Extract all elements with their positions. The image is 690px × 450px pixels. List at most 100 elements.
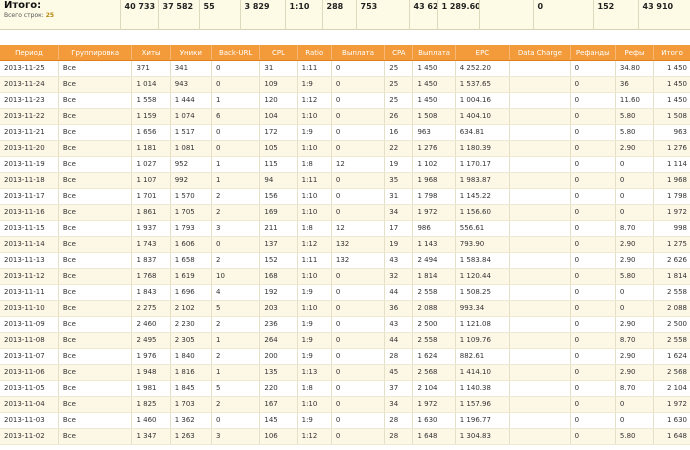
row-count-value: 25 bbox=[45, 12, 55, 19]
column-header-data-charge[interactable]: Data Charge bbox=[509, 45, 571, 61]
table-cell: 1 840 bbox=[169, 348, 212, 365]
table-cell: 43 bbox=[384, 316, 413, 333]
table-cell: 2 bbox=[211, 316, 260, 333]
table-cell: 135 bbox=[259, 364, 298, 381]
column-header-total[interactable]: Итого bbox=[653, 45, 690, 61]
table-cell bbox=[509, 124, 571, 141]
table-cell: 2 bbox=[211, 204, 260, 221]
column-header-refs[interactable]: Рефы bbox=[614, 45, 654, 61]
table-cell: 1 109.76 bbox=[454, 332, 510, 349]
column-header-cpl[interactable]: CPL bbox=[259, 45, 298, 61]
table-cell: 45 bbox=[384, 364, 413, 381]
table-cell: 2 460 bbox=[131, 316, 171, 333]
column-header-grouping[interactable]: Группировка bbox=[57, 45, 132, 61]
table-cell: 8.70 bbox=[614, 380, 654, 397]
table-cell: 1:8 bbox=[296, 380, 332, 397]
table-cell: 1:10 bbox=[296, 204, 332, 221]
table-cell: 993.34 bbox=[454, 300, 510, 317]
table-cell: Все bbox=[57, 140, 132, 157]
table-cell: 1 983.87 bbox=[454, 172, 510, 189]
period-cell: 2013-11-15 bbox=[0, 220, 59, 237]
table-cell: 203 bbox=[259, 300, 298, 317]
table-cell: 0 bbox=[569, 300, 616, 317]
column-header-hits[interactable]: Хиты bbox=[131, 45, 171, 61]
table-cell: 105 bbox=[259, 140, 298, 157]
table-cell: 1:10 bbox=[296, 268, 332, 285]
table-cell: 1 656 bbox=[131, 124, 171, 141]
table-row: 2013-11-15 Все 1 937 1 793 3 211 1:8 12 17 986 556… bbox=[0, 220, 690, 237]
table-cell: 1 861 bbox=[131, 204, 171, 221]
summary-value: 152 bbox=[592, 0, 638, 30]
column-header-cpa[interactable]: CPA bbox=[384, 45, 413, 61]
column-header-period[interactable]: Период bbox=[0, 45, 59, 61]
table-cell: 1:9 bbox=[296, 412, 332, 429]
table-cell: 1 bbox=[211, 364, 260, 381]
table-cell: 5.80 bbox=[614, 428, 654, 445]
table-cell: 106 bbox=[259, 428, 298, 445]
table-cell: 0 bbox=[569, 204, 616, 221]
table-cell: 1 170.17 bbox=[454, 156, 510, 173]
table-cell: 1 414.10 bbox=[454, 364, 510, 381]
table-row: 2013-11-19 Все 1 027 952 1 115 1:8 12 19 1 102 1 1… bbox=[0, 156, 690, 173]
table-cell: 2 495 bbox=[131, 332, 171, 349]
table-cell: 1 814 bbox=[653, 268, 690, 285]
table-cell: 2 568 bbox=[653, 364, 690, 381]
table-cell: 1 648 bbox=[412, 428, 456, 445]
table-cell: Все bbox=[57, 284, 132, 301]
table-cell bbox=[509, 204, 571, 221]
table-cell: 1 196.77 bbox=[454, 412, 510, 429]
column-header-cpa-payout[interactable]: Выплата bbox=[412, 45, 456, 61]
table-cell: Все bbox=[57, 412, 132, 429]
column-header-cpl-payout[interactable]: Выплата bbox=[330, 45, 385, 61]
period-cell: 2013-11-06 bbox=[0, 364, 59, 381]
summary-value: 55 bbox=[198, 0, 240, 30]
column-header-epc[interactable]: EPC bbox=[454, 45, 510, 61]
period-cell: 2013-11-16 bbox=[0, 204, 59, 221]
table-cell: 0 bbox=[330, 92, 385, 109]
table-cell: 0 bbox=[569, 332, 616, 349]
table-cell: 1:8 bbox=[296, 220, 332, 237]
table-row: 2013-11-16 Все 1 861 1 705 2 169 1:10 0 34 1 972 1… bbox=[0, 204, 690, 221]
column-header-back-url[interactable]: Back-URL bbox=[211, 45, 260, 61]
table-cell: 1 004.16 bbox=[454, 92, 510, 109]
table-cell: 1 583.84 bbox=[454, 252, 510, 269]
table-cell: 1 140.38 bbox=[454, 380, 510, 397]
table-cell: 0 bbox=[330, 380, 385, 397]
table-cell: 2 494 bbox=[412, 252, 456, 269]
table-cell: 28 bbox=[384, 412, 413, 429]
table-cell: 6 bbox=[211, 108, 260, 125]
table-cell: 32 bbox=[384, 268, 413, 285]
period-cell: 2013-11-09 bbox=[0, 316, 59, 333]
table-cell: 0 bbox=[330, 108, 385, 125]
period-cell: 2013-11-10 bbox=[0, 300, 59, 317]
table-cell: Все bbox=[57, 252, 132, 269]
table-cell: 2 104 bbox=[412, 380, 456, 397]
table-cell: 10 bbox=[211, 268, 260, 285]
table-cell: 1 508 bbox=[412, 108, 456, 125]
table-cell: 152 bbox=[259, 252, 298, 269]
table-cell: 0 bbox=[330, 124, 385, 141]
table-cell: 341 bbox=[169, 60, 212, 77]
table-cell: 634.81 bbox=[454, 124, 510, 141]
table-cell: 168 bbox=[259, 268, 298, 285]
table-row: 2013-11-06 Все 1 948 1 816 1 135 1:13 0 45 2 568 1… bbox=[0, 364, 690, 381]
column-header-uniques[interactable]: Уники bbox=[169, 45, 212, 61]
table-cell: 25 bbox=[384, 92, 413, 109]
table-cell: 5.80 bbox=[614, 124, 654, 141]
table-cell: 0 bbox=[569, 396, 616, 413]
column-header-ratio[interactable]: Ratio bbox=[296, 45, 332, 61]
table-cell: 1:10 bbox=[296, 108, 332, 125]
table-cell: 211 bbox=[259, 220, 298, 237]
table-cell: 0 bbox=[330, 300, 385, 317]
table-cell: 1 948 bbox=[131, 364, 171, 381]
column-header-refunds[interactable]: Рефанды bbox=[569, 45, 616, 61]
table-cell: 793.90 bbox=[454, 236, 510, 253]
table-cell: 1 606 bbox=[169, 236, 212, 253]
table-cell: 0 bbox=[569, 108, 616, 125]
table-cell: 0 bbox=[614, 300, 654, 317]
table-cell: 1 517 bbox=[169, 124, 212, 141]
table-cell: 0 bbox=[569, 316, 616, 333]
table-cell: 0 bbox=[569, 188, 616, 205]
summary-table: Итого: Всего строк: 25 40 733 37 582 55 … bbox=[0, 0, 690, 30]
table-cell: 109 bbox=[259, 76, 298, 93]
